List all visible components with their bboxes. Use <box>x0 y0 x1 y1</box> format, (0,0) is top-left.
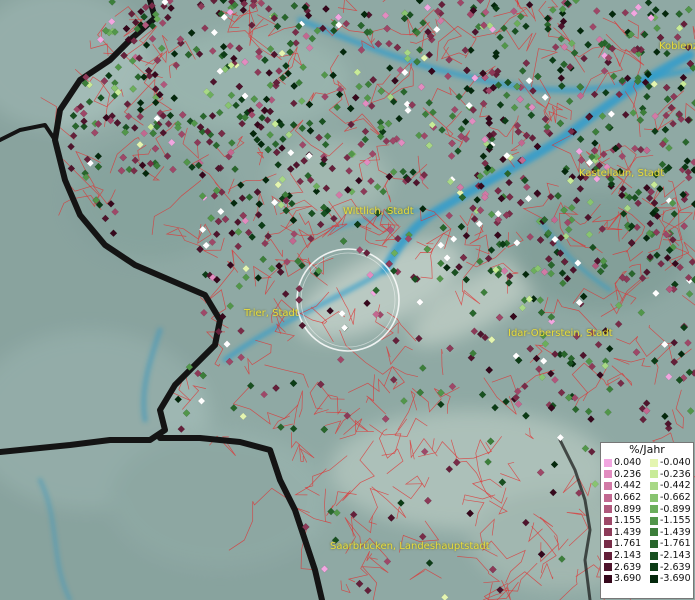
legend-positive-row: 2.639 <box>601 561 647 573</box>
legend-positive-label: 0.899 <box>614 503 642 515</box>
legend-positive-swatch <box>604 458 612 467</box>
legend-negative-label: -1.761 <box>660 538 691 550</box>
legend-positive-row: 0.899 <box>601 503 647 515</box>
legend-negative-label: -2.639 <box>660 561 691 573</box>
legend-positive-column: 0.040 0.236 0.442 0.662 0.899 1.155 1.439 1.761… <box>601 457 647 585</box>
legend-positive-label: 3.690 <box>614 573 642 585</box>
legend-positive-swatch <box>604 481 612 490</box>
city-label-wittlich: Wittlich, Stadt <box>343 206 414 217</box>
map-view[interactable]: Koblenz Kastellaun, Stadt Wittlich, Stadt T… <box>0 0 695 600</box>
legend-negative-row: -0.662 <box>647 492 693 504</box>
legend-negative-row: -3.690 <box>647 573 693 585</box>
legend-negative-swatch <box>650 539 658 548</box>
legend-negative-swatch <box>650 574 658 583</box>
legend-negative-label: -2.143 <box>660 550 691 562</box>
legend-positive-row: 0.662 <box>601 492 647 504</box>
legend-negative-label: -3.690 <box>660 573 691 585</box>
legend-negative-swatch <box>650 516 658 525</box>
legend-negative-label: -0.236 <box>660 468 691 480</box>
legend-negative-row: -1.155 <box>647 515 693 527</box>
legend-negative-swatch <box>650 505 658 514</box>
city-label-saarbruecken: Saarbrücken, Landeshauptstadt <box>330 541 490 552</box>
legend-positive-label: 2.143 <box>614 550 642 562</box>
city-label-koblenz: Koblenz <box>659 41 695 52</box>
legend-positive-row: 0.442 <box>601 480 647 492</box>
legend: %/Jahr 0.040 0.236 0.442 0.662 0.899 1.155 1.4… <box>600 442 694 599</box>
legend-positive-label: 0.442 <box>614 480 642 492</box>
legend-positive-label: 1.439 <box>614 526 642 538</box>
legend-positive-row: 0.040 <box>601 457 647 469</box>
legend-positive-label: 0.236 <box>614 468 642 480</box>
legend-negative-row: -2.143 <box>647 550 693 562</box>
legend-positive-row: 2.143 <box>601 550 647 562</box>
legend-negative-label: -0.662 <box>660 492 691 504</box>
legend-negative-row: -0.899 <box>647 503 693 515</box>
legend-positive-swatch <box>604 563 612 572</box>
legend-positive-swatch <box>604 528 612 537</box>
legend-negative-swatch <box>650 481 658 490</box>
legend-negative-label: -1.439 <box>660 526 691 538</box>
legend-negative-row: -2.639 <box>647 561 693 573</box>
legend-negative-label: -1.155 <box>660 515 691 527</box>
measurement-points <box>67 0 695 600</box>
legend-positive-row: 0.236 <box>601 469 647 481</box>
legend-negative-label: -0.899 <box>660 503 691 515</box>
legend-positive-row: 1.439 <box>601 527 647 539</box>
legend-negative-swatch <box>650 528 658 537</box>
legend-negative-swatch <box>650 470 658 479</box>
legend-positive-swatch <box>604 493 612 502</box>
legend-positive-label: 0.662 <box>614 492 642 504</box>
legend-negative-column: -0.040 -0.236 -0.442 -0.662 -0.899 -1.155 -1.4… <box>647 457 693 585</box>
legend-positive-label: 2.639 <box>614 561 642 573</box>
legend-positive-row: 1.761 <box>601 538 647 550</box>
legend-negative-label: -0.040 <box>660 457 691 469</box>
legend-negative-swatch <box>650 551 658 560</box>
legend-positive-swatch <box>604 505 612 514</box>
legend-negative-row: -0.442 <box>647 480 693 492</box>
legend-negative-row: -1.761 <box>647 538 693 550</box>
legend-positive-label: 0.040 <box>614 457 642 469</box>
legend-positive-swatch <box>604 574 612 583</box>
legend-negative-row: -1.439 <box>647 527 693 539</box>
legend-negative-swatch <box>650 493 658 502</box>
legend-positive-swatch <box>604 539 612 548</box>
legend-negative-swatch <box>650 563 658 572</box>
legend-positive-swatch <box>604 516 612 525</box>
legend-negative-label: -0.442 <box>660 480 691 492</box>
legend-negative-swatch <box>650 458 658 467</box>
city-label-kastellaun: Kastellaun, Stadt <box>579 168 665 179</box>
legend-positive-swatch <box>604 470 612 479</box>
legend-positive-row: 3.690 <box>601 573 647 585</box>
legend-negative-row: -0.040 <box>647 457 693 469</box>
legend-positive-label: 1.155 <box>614 515 642 527</box>
legend-positive-row: 1.155 <box>601 515 647 527</box>
legend-positive-label: 1.761 <box>614 538 642 550</box>
city-label-trier: Trier, Stadt <box>244 308 299 319</box>
city-label-idar-oberstein: Idar-Oberstein, Stadt <box>508 328 613 339</box>
legend-positive-swatch <box>604 551 612 560</box>
legend-title: %/Jahr <box>629 443 665 456</box>
legend-negative-row: -0.236 <box>647 469 693 481</box>
